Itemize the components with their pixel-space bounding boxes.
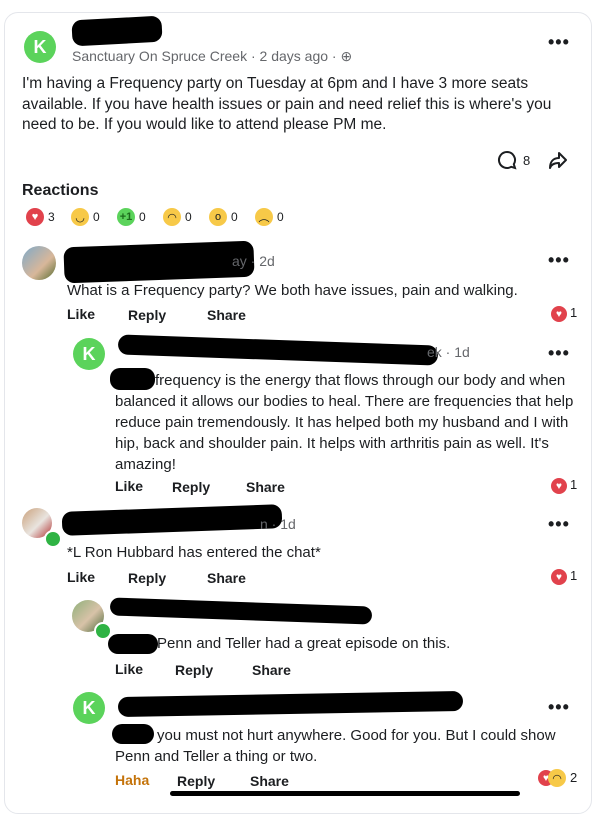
reaction-count: 0 [185,210,192,224]
heart-icon: ♥ [551,478,567,494]
redacted-author-name [71,15,163,47]
commenter-avatar[interactable] [22,246,56,280]
smile-icon: ◡ [71,208,89,226]
reaction-count: 0 [277,210,284,224]
share-icon[interactable] [548,150,568,175]
like-button[interactable]: Like [67,569,95,585]
share-button[interactable]: Share [246,479,285,495]
share-button[interactable]: Share [207,570,246,586]
comment-icon[interactable] [497,150,517,175]
haha-button[interactable]: Haha [115,772,149,788]
reaction-count: 0 [93,210,100,224]
reply-button[interactable]: Reply [177,773,215,789]
reaction-count[interactable]: 2 [570,770,577,785]
scroll-indicator [170,791,520,796]
reply-button[interactable]: Reply [128,570,166,586]
reply-button[interactable]: Reply [128,307,166,323]
group-name[interactable]: Sanctuary On Spruce Creek · 2 days ago · [72,48,340,64]
heart-icon: ♥ [551,306,567,322]
reaction-wow[interactable]: o 0 [209,208,238,226]
comment-more-button[interactable]: ••• [548,514,570,535]
reply-button[interactable]: Reply [175,662,213,678]
comment-text: What is a Frequency party? We both have … [67,282,518,299]
share-button[interactable]: Share [252,662,291,678]
contributor-badge-icon [44,530,62,548]
reaction-plus-one[interactable]: +1 0 [117,208,146,226]
reaction-sad[interactable]: ︵ 0 [255,208,284,226]
sad-icon: ︵ [255,208,273,226]
comment-text: frequency is the energy that flows throu… [115,372,574,473]
like-button[interactable]: Like [115,478,143,494]
comment-meta: n · 1d [260,516,296,532]
reaction-count[interactable]: 1 [570,477,577,492]
post-meta: Sanctuary On Spruce Creek · 2 days ago ·… [72,48,352,65]
reaction-count: 0 [231,210,238,224]
globe-icon: ⊕ [340,48,353,64]
plus-one-icon: +1 [117,208,135,226]
comment-more-button[interactable]: ••• [548,343,570,364]
reaction-smile[interactable]: ◡ 0 [71,208,100,226]
share-button[interactable]: Share [250,773,289,789]
reaction-count: 3 [48,210,55,224]
like-button[interactable]: Like [67,306,95,322]
comment-meta: ek · 1d [427,344,470,360]
laugh-icon: ◠ [163,208,181,226]
laugh-icon: ◠ [548,769,566,787]
reaction-count[interactable]: 1 [570,305,577,320]
comment-meta: ay · 2d [232,253,275,269]
comment-count: 8 [523,153,531,168]
redacted-commenter-name [63,240,255,284]
reaction-heart[interactable]: ♥ 3 [26,208,55,226]
comment-text: *L Ron Hubbard has entered the chat* [67,544,321,561]
heart-icon: ♥ [551,569,567,585]
comment-text: you must not hurt anywhere. Good for you… [115,727,556,765]
share-button[interactable]: Share [207,307,246,323]
reactions-title: Reactions [22,182,99,199]
comment-more-button[interactable]: ••• [548,250,570,271]
reply-avatar[interactable]: K [73,692,105,724]
post-text: I'm having a Frequency party on Tuesday … [22,75,552,133]
reaction-count: 0 [139,210,146,224]
comment-more-button[interactable]: ••• [548,697,570,718]
reply-avatar[interactable]: K [73,338,105,370]
heart-icon: ♥ [26,208,44,226]
redacted-mention [108,634,158,654]
like-button[interactable]: Like [115,661,143,677]
reaction-laugh[interactable]: ◠ 0 [163,208,192,226]
reaction-count[interactable]: 1 [570,568,577,583]
more-options-button[interactable]: ••• [548,32,570,53]
wow-icon: o [209,208,227,226]
author-avatar[interactable]: K [24,31,56,63]
reply-button[interactable]: Reply [172,479,210,495]
comment-text: Penn and Teller had a great episode on t… [157,635,451,652]
